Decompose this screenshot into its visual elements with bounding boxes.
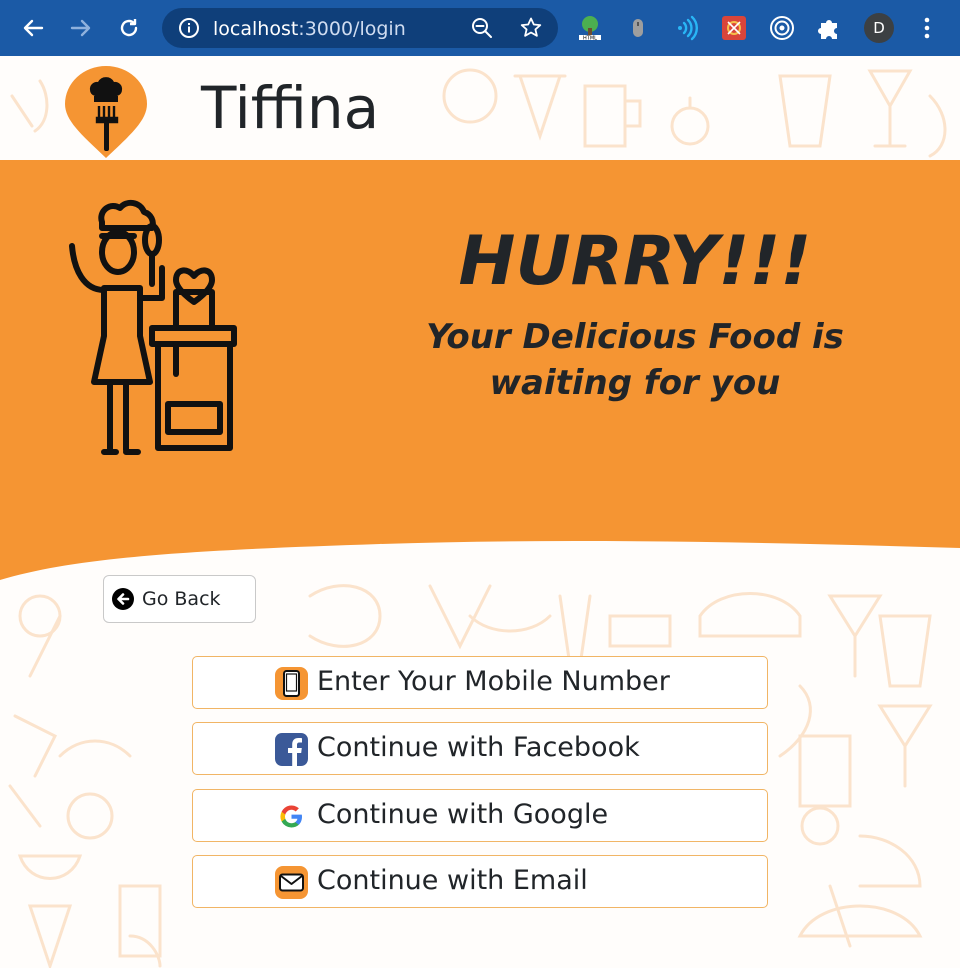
wifi-waves-icon[interactable] [672, 14, 700, 42]
back-arrow-icon[interactable] [15, 10, 51, 46]
profile-avatar[interactable]: D [864, 13, 894, 43]
login-page: Tiffina HURRY!!! Your Delicious Food is … [0, 56, 960, 968]
chef-cooking-illustration [69, 199, 237, 455]
google-label: Continue with Google [317, 799, 609, 830]
url-text: localhost:3000/login [213, 18, 406, 40]
tiffina-logo-icon[interactable] [63, 66, 149, 160]
site-info-icon[interactable] [178, 17, 200, 43]
google-icon [280, 805, 302, 828]
mobile-number-label: Enter Your Mobile Number [317, 666, 670, 697]
zoom-out-icon[interactable] [471, 17, 493, 43]
url-path: :3000/login [298, 18, 406, 40]
kebab-menu-icon[interactable] [913, 14, 941, 42]
hero-banner: HURRY!!! Your Delicious Food is waiting … [0, 160, 960, 580]
hero-tagline: Your Delicious Food is waiting for you [426, 317, 844, 403]
puzzle-icon[interactable] [816, 14, 844, 42]
go-back-button[interactable]: Go Back [103, 575, 256, 623]
email-label: Continue with Email [317, 865, 588, 896]
site-header: Tiffina [0, 56, 960, 160]
url-host: localhost [213, 18, 299, 40]
facebook-label: Continue with Facebook [317, 732, 640, 763]
mobile-number-login-button[interactable]: Enter Your Mobile Number [192, 656, 768, 709]
html-tree-icon[interactable]: HTML [576, 14, 604, 42]
email-icon [275, 866, 308, 899]
bug-extension-icon[interactable] [720, 14, 748, 42]
svg-text:HTML: HTML [583, 36, 597, 42]
hero-headline: HURRY!!! [458, 222, 812, 301]
reload-icon[interactable] [111, 10, 147, 46]
target-icon[interactable] [768, 14, 796, 42]
facebook-icon [275, 733, 308, 766]
go-back-label: Go Back [142, 588, 221, 610]
bookmark-star-icon[interactable] [519, 16, 543, 44]
forward-arrow-icon[interactable] [63, 10, 99, 46]
address-bar[interactable]: localhost:3000/login [162, 8, 558, 48]
brand-title: Tiffina [201, 74, 380, 142]
email-login-button[interactable]: Continue with Email [192, 855, 768, 908]
facebook-login-button[interactable]: Continue with Facebook [192, 722, 768, 775]
mobile-phone-icon [275, 667, 308, 700]
mouse-icon[interactable] [624, 14, 652, 42]
browser-toolbar: localhost:3000/login HTML D [0, 0, 960, 56]
back-circle-arrow-icon [112, 588, 134, 610]
google-login-button[interactable]: Continue with Google [192, 789, 768, 842]
